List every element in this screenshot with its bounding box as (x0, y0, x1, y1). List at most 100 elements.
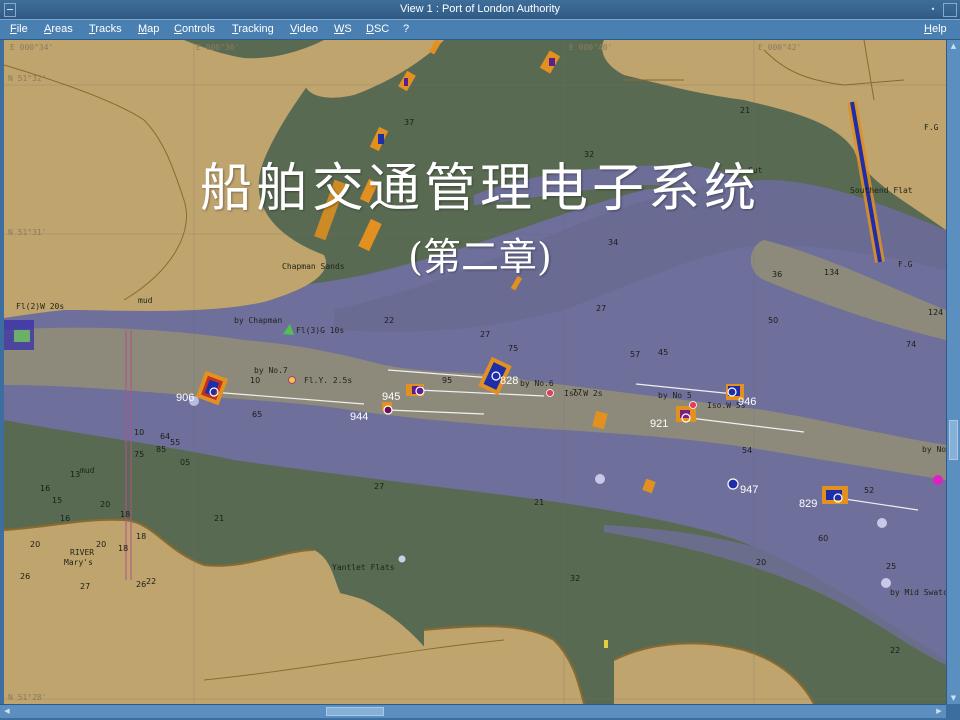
depth-sounding: 18 (120, 510, 131, 519)
vertical-scrollbar[interactable]: ▲ ▼ (946, 40, 960, 704)
depth-sounding: 10 (250, 376, 261, 385)
depth-sounding: 15 (52, 496, 63, 505)
horizontal-scrollbar[interactable]: ◀ ▶ (0, 704, 946, 718)
depth-sounding: 26 (20, 572, 31, 581)
track-id-label[interactable]: 828 (500, 375, 518, 387)
depth-sounding: 65 (252, 410, 263, 419)
scroll-right-arrow-icon[interactable]: ▶ (934, 706, 944, 717)
menu-tracks[interactable]: Tracks (89, 23, 122, 35)
depth-sounding: 16 (40, 484, 51, 493)
scroll-down-arrow-icon[interactable]: ▼ (948, 693, 959, 703)
depth-sounding: 10 (134, 428, 145, 437)
depth-sounding: 22 (146, 577, 157, 586)
depth-sounding: 20 (756, 558, 767, 567)
menu-dsc[interactable]: DSC (366, 23, 389, 35)
track-id-label[interactable]: 906 (176, 392, 194, 404)
depth-sounding: 45 (658, 348, 669, 357)
scroll-left-arrow-icon[interactable]: ◀ (2, 706, 12, 717)
track-id-label[interactable]: 921 (650, 418, 668, 430)
menu-about[interactable]: ? (403, 23, 409, 35)
menu-help[interactable]: Help (924, 23, 947, 35)
light-label-fg: F.G (924, 123, 939, 132)
menu-tracking[interactable]: Tracking (232, 23, 274, 35)
buoy-label-by-no: by No (922, 445, 946, 454)
menu-bar: File Areas Tracks Map Controls Tracking … (0, 20, 960, 40)
buoy-label-by-chapman: by Chapman (234, 316, 283, 325)
latitude-label: N 51°31' (8, 228, 47, 237)
depth-sounding: 20 (96, 540, 107, 549)
depth-sounding: 54 (742, 446, 753, 455)
track-id-label[interactable]: 947 (740, 484, 758, 496)
depth-sounding: 16 (60, 514, 71, 523)
place-label-cut: Cut (748, 166, 763, 175)
depth-sounding: 18 (118, 544, 129, 553)
depth-sounding: 32 (570, 574, 581, 583)
scroll-up-arrow-icon[interactable]: ▲ (948, 41, 959, 51)
seabed-label-mud: mud (80, 466, 95, 475)
minimize-button[interactable]: • (926, 3, 940, 17)
menu-video[interactable]: Video (290, 23, 318, 35)
chart-map-view[interactable]: E 000°34' E 000°36' E 000°40' E 000°42' … (4, 40, 946, 704)
depth-sounding: 27 (374, 482, 385, 491)
title-bar[interactable]: View 1 : Port of London Authority • (0, 0, 960, 20)
buoy-label-by-no6: by No.6 (520, 379, 554, 388)
depth-sounding: 20 (100, 500, 111, 509)
depth-sounding: 95 (442, 376, 453, 385)
menu-controls[interactable]: Controls (174, 23, 215, 35)
horizontal-scroll-thumb[interactable] (326, 707, 384, 716)
depth-sounding: 27 (596, 304, 607, 313)
depth-sounding: 64 (160, 432, 171, 441)
depth-sounding: 21 (214, 514, 225, 523)
menu-ws[interactable]: WS (334, 23, 352, 35)
place-label-river: RIVER (70, 548, 95, 557)
menu-areas[interactable]: Areas (44, 23, 73, 35)
longitude-label: E 000°36' (196, 43, 240, 52)
longitude-label: E 000°42' (758, 43, 802, 52)
depth-sounding: 77 (572, 388, 583, 397)
seabed-label-mud: mud (138, 296, 153, 305)
latitude-label: N 51°28' (8, 693, 47, 702)
light-label-fl3g: Fl(3)G 10s (296, 326, 345, 335)
depth-sounding: 21 (740, 106, 751, 115)
target-947[interactable] (727, 478, 739, 490)
depth-sounding: 27 (480, 330, 491, 339)
track-id-label[interactable]: 829 (799, 498, 817, 510)
depth-sounding: 13 (70, 470, 81, 479)
depth-sounding: 36 (772, 270, 783, 279)
track-id-label[interactable]: 945 (382, 391, 400, 403)
depth-sounding: 26 (136, 580, 147, 589)
depth-sounding: 55 (170, 438, 181, 447)
depth-sounding: 25 (886, 562, 897, 571)
depth-sounding: 74 (906, 340, 917, 349)
depth-sounding: 57 (630, 350, 641, 359)
depth-sounding: 22 (384, 316, 395, 325)
buoy-label-by-no7: by No.7 (254, 366, 288, 375)
latitude-label: N 51°32' (8, 74, 47, 83)
buoy-label-by-no5: by No 5 (658, 391, 692, 400)
menu-file[interactable]: File (10, 23, 28, 35)
depth-sounding: 50 (768, 316, 779, 325)
depth-sounding: 18 (136, 532, 147, 541)
longitude-label: E 000°40' (569, 43, 613, 52)
depth-sounding: 60 (818, 534, 829, 543)
depth-sounding: 27 (80, 582, 91, 591)
light-label-iso-w-2s: Iso.W 2s (564, 389, 603, 398)
target-829[interactable] (822, 486, 848, 504)
vertical-scroll-thumb[interactable] (949, 420, 958, 460)
place-label-marys: Mary's (64, 558, 93, 567)
target-945[interactable] (406, 384, 425, 396)
track-id-label[interactable]: 946 (738, 396, 756, 408)
menu-map[interactable]: Map (138, 23, 159, 35)
depth-sounding: 32 (584, 150, 595, 159)
depth-sounding: 20 (30, 540, 41, 549)
nautical-chart (4, 40, 946, 704)
light-label-fg: F.G (898, 260, 913, 269)
track-id-label[interactable]: 944 (350, 411, 368, 423)
depth-sounding: 52 (864, 486, 875, 495)
depth-sounding: 21 (534, 498, 545, 507)
depth-sounding: 134 (824, 268, 840, 277)
maximize-button[interactable] (943, 3, 957, 17)
place-label-chapman-sands: Chapman Sands (282, 262, 345, 271)
place-label-yantlet-flats: Yantlet Flats (332, 563, 395, 572)
depth-sounding: 05 (180, 458, 191, 467)
